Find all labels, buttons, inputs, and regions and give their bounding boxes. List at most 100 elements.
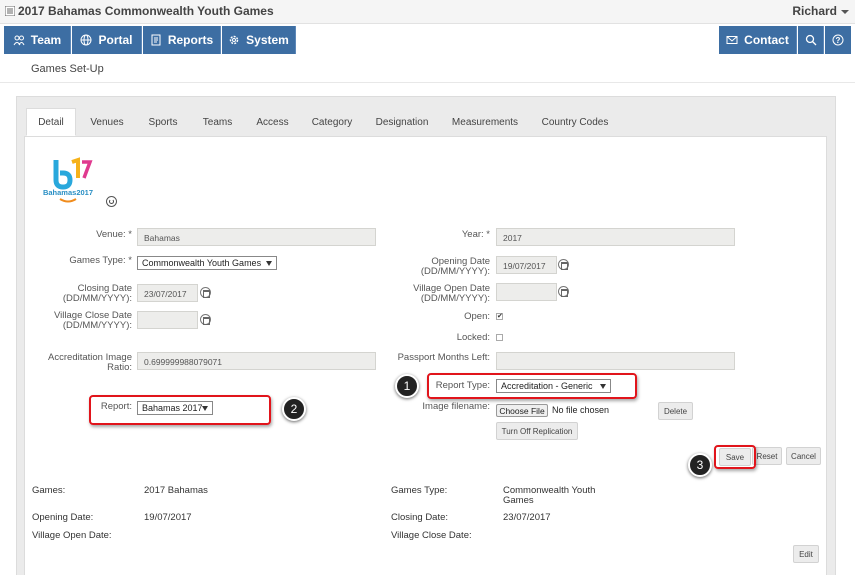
report-select[interactable]: Bahamas 2017 bbox=[137, 401, 213, 415]
summary-village-close-label: Village Close Date: bbox=[391, 530, 472, 541]
help-icon: ? bbox=[832, 34, 844, 46]
passport-label: Passport Months Left: bbox=[397, 352, 490, 363]
logo-refresh-icon[interactable] bbox=[106, 196, 117, 207]
locked-label: Locked: bbox=[456, 332, 490, 343]
gear-icon bbox=[229, 35, 239, 45]
nav-contact[interactable]: Contact bbox=[719, 26, 797, 54]
calendar-icon[interactable] bbox=[200, 287, 211, 298]
village-open-label-line2: (DD/MM/YYYY): bbox=[420, 293, 490, 304]
callout-3: 3 bbox=[688, 453, 712, 477]
summary-games-type-label: Games Type: bbox=[391, 485, 448, 496]
tab-access[interactable]: Access bbox=[251, 108, 294, 136]
games-type-label: Games Type: * bbox=[69, 255, 132, 266]
village-close-field[interactable] bbox=[137, 311, 198, 329]
calendar-icon[interactable] bbox=[200, 314, 211, 325]
page-title: Games Set-Up bbox=[31, 63, 104, 75]
accreditation-ratio-label-line2: Ratio: bbox=[107, 362, 132, 373]
team-icon bbox=[13, 35, 25, 46]
locked-checkbox[interactable] bbox=[496, 334, 503, 341]
games-type-value: Commonwealth Youth Games bbox=[142, 258, 262, 268]
summary-closing-value: 23/07/2017 bbox=[503, 512, 551, 523]
summary-opening-label: Opening Date: bbox=[32, 512, 94, 523]
nav-portal[interactable]: Portal bbox=[72, 26, 142, 54]
tab-detail[interactable]: Detail bbox=[26, 108, 76, 136]
nav-portal-label: Portal bbox=[98, 33, 133, 47]
cancel-button[interactable]: Cancel bbox=[786, 447, 821, 465]
closing-date-label-line2: (DD/MM/YYYY): bbox=[62, 293, 132, 304]
year-label: Year: * bbox=[461, 229, 490, 240]
callout-1: 1 bbox=[395, 374, 419, 398]
year-field[interactable]: 2017 bbox=[496, 228, 735, 246]
tab-designation[interactable]: Designation bbox=[371, 108, 433, 136]
user-menu[interactable]: Richard bbox=[792, 4, 837, 18]
globe-icon bbox=[80, 34, 92, 46]
opening-date-label-line2: (DD/MM/YYYY): bbox=[420, 266, 490, 277]
nav-team[interactable]: Team bbox=[4, 26, 71, 54]
report-type-label: Report Type: bbox=[435, 380, 490, 391]
search-button[interactable] bbox=[798, 26, 824, 54]
tab-measurements[interactable]: Measurements bbox=[446, 108, 524, 136]
delete-button[interactable]: Delete bbox=[658, 402, 693, 420]
tab-venues[interactable]: Venues bbox=[83, 108, 131, 136]
summary-games-value: 2017 Bahamas bbox=[144, 485, 208, 496]
help-button[interactable]: ? bbox=[825, 26, 851, 54]
closing-date-field[interactable]: 23/07/2017 bbox=[137, 284, 198, 302]
summary-village-open-label: Village Open Date: bbox=[32, 530, 112, 541]
accreditation-ratio-label: Accreditation Image Ratio: bbox=[40, 353, 132, 373]
logo-wordmark: Bahamas2017 bbox=[43, 188, 93, 197]
report-value: Bahamas 2017 bbox=[142, 403, 203, 413]
chevron-down-icon bbox=[266, 261, 272, 266]
nav-contact-label: Contact bbox=[744, 33, 789, 47]
village-close-label: Village Close Date (DD/MM/YYYY): bbox=[40, 311, 132, 331]
village-open-field[interactable] bbox=[496, 283, 557, 301]
passport-field[interactable] bbox=[496, 352, 735, 370]
reset-button[interactable]: Reset bbox=[752, 447, 782, 465]
calendar-icon[interactable] bbox=[558, 259, 569, 270]
nav-system-label: System bbox=[246, 33, 289, 47]
summary-games-label: Games: bbox=[32, 485, 66, 496]
tab-country-codes[interactable]: Country Codes bbox=[537, 108, 613, 136]
nav-system[interactable]: System bbox=[222, 26, 296, 54]
sub-header bbox=[0, 56, 855, 83]
tab-category[interactable]: Category bbox=[306, 108, 358, 136]
app-title: 2017 Bahamas Commonwealth Youth Games bbox=[18, 4, 274, 18]
nav-team-label: Team bbox=[30, 33, 62, 47]
summary-closing-label: Closing Date: bbox=[391, 512, 449, 523]
save-button[interactable]: Save bbox=[719, 448, 751, 466]
venue-field[interactable]: Bahamas bbox=[137, 228, 376, 246]
turn-off-replication-button[interactable]: Turn Off Replication bbox=[496, 422, 578, 440]
village-open-label: Village Open Date (DD/MM/YYYY): bbox=[400, 284, 490, 304]
open-checkbox[interactable]: ✔ bbox=[496, 313, 503, 320]
tab-sports[interactable]: Sports bbox=[141, 108, 185, 136]
calendar-icon[interactable] bbox=[558, 286, 569, 297]
main-nav: Team Portal Reports System Contact ? bbox=[0, 26, 855, 54]
no-file-text: No file chosen bbox=[552, 405, 610, 415]
closing-date-label: Closing Date (DD/MM/YYYY): bbox=[40, 284, 132, 304]
report-type-select[interactable]: Accreditation - Generic bbox=[496, 379, 611, 393]
choose-file-button[interactable]: Choose File bbox=[496, 404, 548, 417]
summary-games-type-value-line2: Games bbox=[503, 495, 534, 506]
accreditation-ratio-field[interactable]: 0.699999988079071 bbox=[137, 352, 376, 370]
venue-label: Venue: * bbox=[96, 229, 132, 240]
menu-icon[interactable] bbox=[5, 6, 15, 16]
search-icon bbox=[805, 34, 816, 46]
callout-2: 2 bbox=[282, 397, 306, 421]
edit-button[interactable]: Edit bbox=[793, 545, 819, 563]
report-type-value: Accreditation - Generic bbox=[501, 381, 593, 391]
village-close-label-line2: (DD/MM/YYYY): bbox=[62, 320, 132, 331]
nav-reports-label: Reports bbox=[167, 33, 214, 47]
opening-date-label: Opening Date (DD/MM/YYYY): bbox=[400, 257, 490, 277]
tab-teams[interactable]: Teams bbox=[196, 108, 239, 136]
user-caret-icon[interactable] bbox=[841, 10, 849, 14]
games-type-select[interactable]: Commonwealth Youth Games bbox=[137, 256, 277, 270]
image-filename-label: Image filename: bbox=[422, 401, 490, 412]
summary-opening-value: 19/07/2017 bbox=[144, 512, 192, 523]
games-logo: Bahamas2017 bbox=[43, 155, 93, 205]
summary-games-type-value: Commonwealth Youth Games bbox=[503, 486, 595, 506]
opening-date-field[interactable]: 19/07/2017 bbox=[496, 256, 557, 274]
envelope-icon bbox=[726, 36, 738, 44]
svg-text:?: ? bbox=[836, 36, 841, 45]
report-label: Report: bbox=[100, 401, 132, 412]
nav-reports[interactable]: Reports bbox=[143, 26, 221, 54]
chevron-down-icon bbox=[600, 384, 606, 389]
